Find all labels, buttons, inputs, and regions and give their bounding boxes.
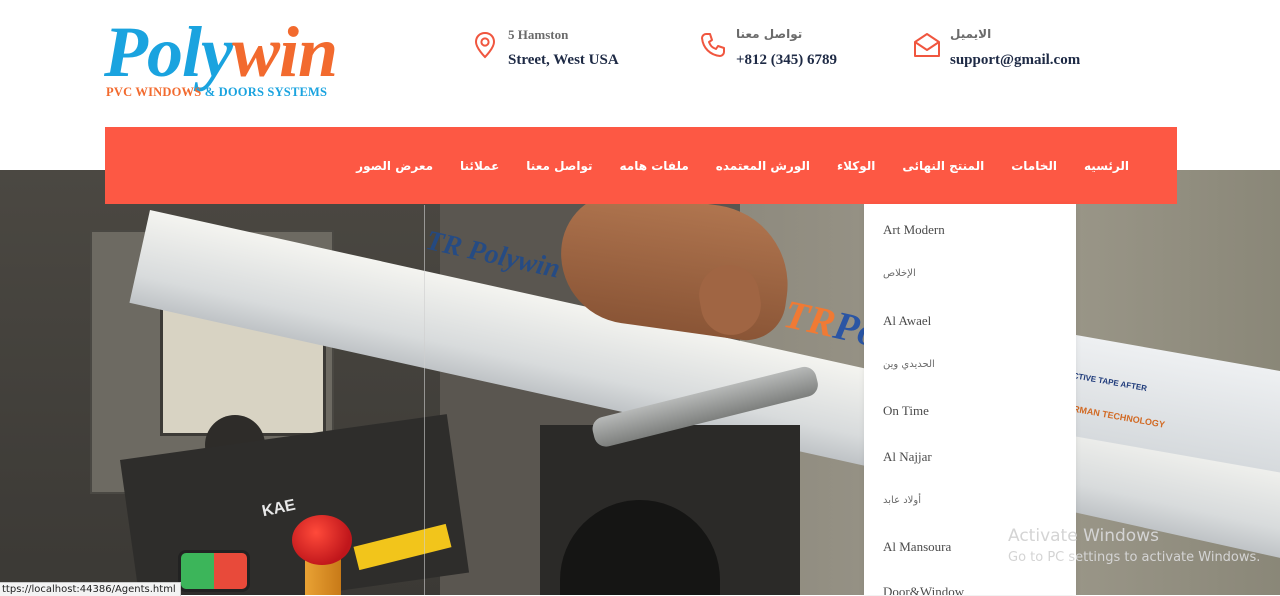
- activate-windows-watermark: Activate Windows Go to PC settings to ac…: [1008, 525, 1260, 567]
- nav-item-gallery[interactable]: معرض الصور: [356, 159, 433, 173]
- hero-divider-line: [424, 205, 425, 595]
- nav-item-final-product[interactable]: المنتج النهائى: [902, 159, 984, 173]
- nav-item-workshops[interactable]: الورش المعتمده: [716, 159, 810, 173]
- email-value[interactable]: support@gmail.com: [950, 52, 1080, 69]
- dropdown-item[interactable]: Door&Window: [883, 584, 964, 595]
- polywin-logo[interactable]: Polywin PVC WINDOWS & DOORS SYSTEMS: [104, 14, 394, 106]
- activate-windows-subtitle: Go to PC settings to activate Windows.: [1008, 550, 1261, 565]
- logo-word-poly: Poly: [104, 12, 233, 92]
- nav-item-contact[interactable]: تواصل معنا: [526, 159, 592, 173]
- main-nav: الرئسيه الخامات المنتج النهائى الوكلاء ا…: [105, 127, 1177, 204]
- nav-item-agents[interactable]: الوكلاء: [837, 159, 875, 173]
- dropdown-item[interactable]: Al Mansoura: [883, 539, 951, 555]
- nav-item-files[interactable]: ملفات هامه: [620, 159, 689, 173]
- dropdown-item[interactable]: Al Awael: [883, 313, 931, 329]
- dropdown-item[interactable]: Al Najjar: [883, 449, 932, 465]
- nav-item-materials[interactable]: الخامات: [1011, 159, 1057, 173]
- email-label: الايميل: [950, 27, 992, 41]
- logo-tagline: PVC WINDOWS & DOORS SYSTEMS: [106, 85, 327, 100]
- phone-label: تواصل معنا: [736, 27, 803, 41]
- dropdown-item[interactable]: On Time: [883, 403, 929, 419]
- nav-item-clients[interactable]: عملائنا: [460, 159, 499, 173]
- address-label: 5 Hamston: [508, 27, 569, 42]
- dropdown-item[interactable]: أولاد عابد: [883, 495, 921, 506]
- logo-wordmark: Polywin: [104, 12, 338, 92]
- address-value: Street, West USA: [508, 52, 619, 68]
- location-pin-icon: [474, 31, 496, 59]
- nav-item-home[interactable]: الرئسيه: [1084, 159, 1129, 173]
- phone-value[interactable]: +812 (345) 6789: [736, 52, 837, 69]
- phone-icon: [701, 33, 725, 57]
- envelope-icon: [914, 33, 940, 57]
- hero-tape-text: CTIVE TAPE AFTER: [1072, 371, 1148, 394]
- phone-block: تواصل معنا +812 (345) 6789: [698, 22, 878, 78]
- main-nav-list: الرئسيه الخامات المنتج النهائى الوكلاء ا…: [329, 127, 1129, 204]
- email-block: الايميل support@gmail.com: [912, 22, 1112, 78]
- dropdown-item[interactable]: الحديدي وين: [883, 359, 935, 370]
- hero-green-red-switch: [178, 550, 250, 592]
- logo-tagline-part1: PVC WINDOWS: [106, 85, 202, 99]
- browser-status-url: ttps://localhost:44386/Agents.html: [0, 582, 181, 596]
- dropdown-item[interactable]: الإخلاص: [883, 268, 916, 279]
- hero-tech-text: ERMAN TECHNOLOGY: [1066, 402, 1166, 430]
- logo-word-win: win: [231, 12, 338, 92]
- hero-emergency-button: [292, 515, 352, 565]
- dropdown-item[interactable]: Art Modern: [883, 222, 945, 238]
- activate-windows-title: Activate Windows: [1008, 526, 1159, 546]
- address-block: 5 Hamston Street, West USA: [470, 22, 650, 78]
- logo-tagline-part2: & DOORS SYSTEMS: [204, 85, 328, 99]
